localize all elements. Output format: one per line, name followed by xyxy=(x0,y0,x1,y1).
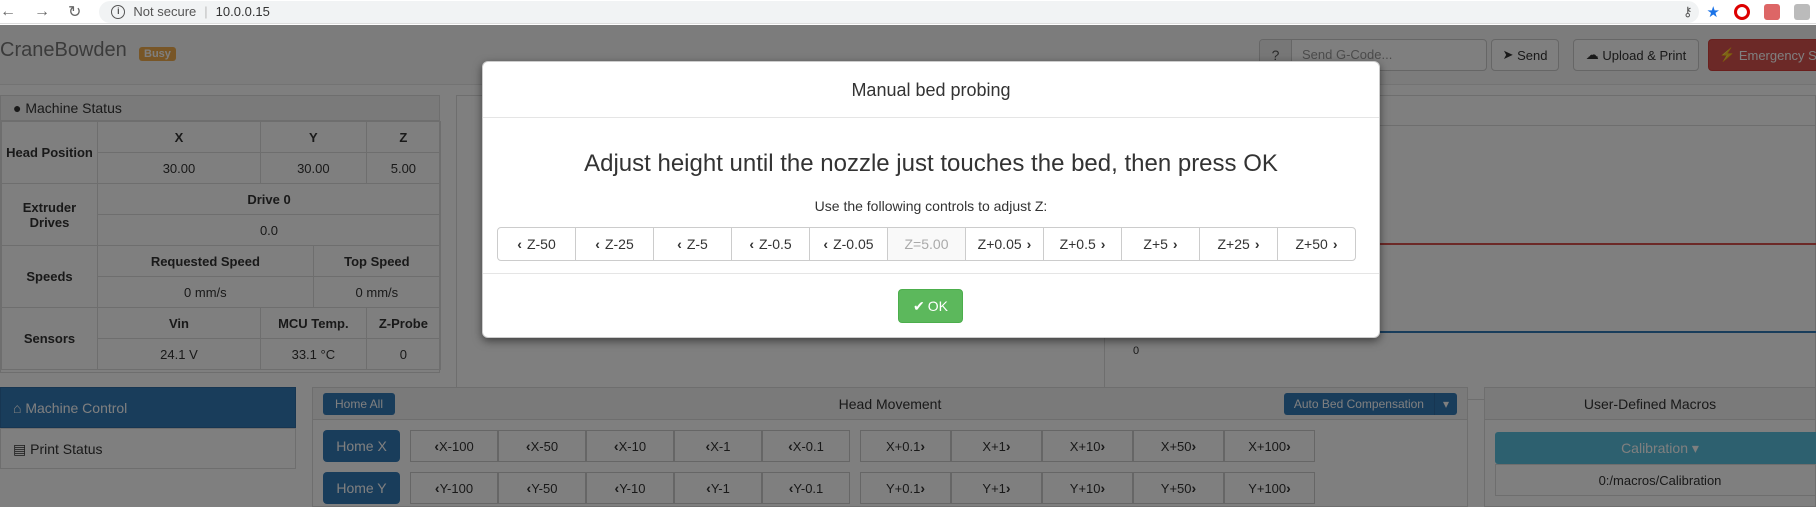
dialog-title: Manual bed probing xyxy=(483,62,1379,118)
browser-toolbar: ← → ↻ i Not secure | 10.0.0.15 ⚷ ★ xyxy=(0,0,1816,24)
star-icon[interactable]: ★ xyxy=(1707,3,1720,21)
z-adjust-button[interactable]: ‹ Z-50 xyxy=(497,227,576,261)
extensions: ⚷ ★ xyxy=(1683,3,1810,21)
z-current-value: Z=5.00 xyxy=(887,227,966,261)
chevron-left-icon: ‹ xyxy=(677,236,682,252)
chevron-left-icon: ‹ xyxy=(517,236,522,252)
dialog-hint: Use the following controls to adjust Z: xyxy=(814,198,1048,214)
dialog-footer: ✔ OK xyxy=(483,273,1379,339)
dialog-message: Adjust height until the nozzle just touc… xyxy=(584,150,1278,177)
address-separator: | xyxy=(204,4,208,19)
extension-icon[interactable] xyxy=(1764,4,1780,20)
url-text: 10.0.0.15 xyxy=(215,4,270,19)
z-adjust-button[interactable]: Z+25 › xyxy=(1199,227,1278,261)
z-adjust-button[interactable]: Z+0.05 › xyxy=(965,227,1044,261)
z-adjust-label: Z+25 xyxy=(1217,236,1250,252)
chevron-left-icon: ‹ xyxy=(749,236,754,252)
ok-label: OK xyxy=(927,298,948,314)
z-adjust-label: Z-0.5 xyxy=(758,236,792,252)
extension-icon[interactable] xyxy=(1794,4,1810,20)
chevron-left-icon: ‹ xyxy=(595,236,600,252)
z-adjust-button[interactable]: Z+5 › xyxy=(1121,227,1200,261)
z-adjust-label: Z+50 xyxy=(1295,236,1328,252)
info-icon[interactable]: i xyxy=(111,4,126,19)
manual-bed-probing-dialog: Manual bed probing Adjust height until t… xyxy=(482,61,1380,338)
z-adjust-button[interactable]: ‹ Z-0.05 xyxy=(809,227,888,261)
ok-button[interactable]: ✔ OK xyxy=(898,289,963,323)
z-adjust-label: Z+0.5 xyxy=(1059,236,1096,252)
browser-nav: ← → ↻ xyxy=(0,2,81,22)
z-adjust-button[interactable]: ‹ Z-5 xyxy=(653,227,732,261)
z-adjust-label: Z+5 xyxy=(1143,236,1168,252)
z-adjust-button[interactable]: ‹ Z-25 xyxy=(575,227,654,261)
z-adjust-label: Z+0.05 xyxy=(977,236,1022,252)
security-label: Not secure xyxy=(133,4,197,19)
key-icon[interactable]: ⚷ xyxy=(1683,4,1693,20)
chevron-right-icon: › xyxy=(1100,236,1106,252)
chevron-right-icon: › xyxy=(1172,236,1178,252)
z-adjust-button-group: ‹ Z-50 ‹ Z-25 ‹ Z-5 ‹ Z-0.5 ‹ Z-0.05 Z=5.00 Z+0.05 ›… xyxy=(497,227,1356,261)
chevron-right-icon: › xyxy=(1254,236,1260,252)
back-icon[interactable]: ← xyxy=(0,3,16,21)
reload-icon[interactable]: ↻ xyxy=(68,2,81,22)
z-adjust-button[interactable]: Z+0.5 › xyxy=(1043,227,1122,261)
chevron-left-icon: ‹ xyxy=(823,236,829,252)
z-adjust-label: Z-25 xyxy=(604,236,634,252)
z-adjust-label: Z=5.00 xyxy=(904,236,949,252)
z-adjust-label: Z-0.05 xyxy=(833,236,874,252)
address-bar[interactable]: i Not secure | 10.0.0.15 xyxy=(99,0,1700,23)
z-adjust-label: Z-5 xyxy=(686,236,708,252)
chevron-right-icon: › xyxy=(1026,236,1032,252)
opera-icon[interactable] xyxy=(1734,4,1750,20)
z-adjust-button[interactable]: Z+50 › xyxy=(1277,227,1356,261)
z-adjust-button[interactable]: ‹ Z-0.5 xyxy=(731,227,810,261)
check-icon: ✔ xyxy=(913,297,925,314)
forward-icon[interactable]: → xyxy=(34,3,50,21)
chevron-right-icon: › xyxy=(1332,236,1338,252)
z-adjust-label: Z-50 xyxy=(526,236,556,252)
